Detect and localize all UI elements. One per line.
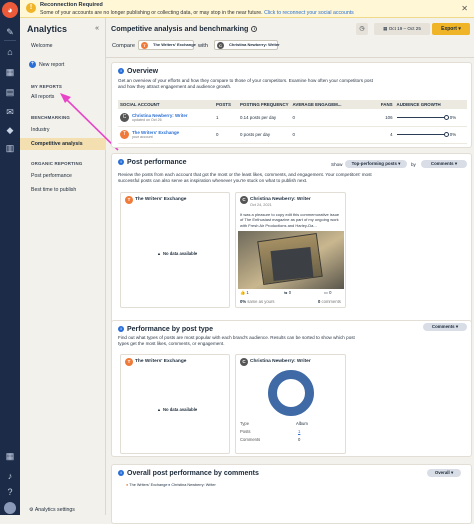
- growth-value: 0%: [449, 114, 457, 120]
- post-performance-description: Review the posts from each account that …: [118, 172, 372, 183]
- post-type-metric-select[interactable]: Comments ▾: [423, 323, 467, 331]
- col-social-account[interactable]: SOCIAL ACCOUNT: [118, 100, 214, 109]
- info-icon[interactable]: i: [118, 470, 124, 477]
- posts-value: 0: [214, 126, 238, 144]
- avatar: C: [120, 112, 129, 122]
- overview-table: SOCIAL ACCOUNT POSTS POSTING FREQUENCY A…: [118, 100, 467, 144]
- engagement-value: 0: [290, 109, 347, 127]
- writers-exchange-post-panel: TThe Writers' Exchange No data available: [120, 192, 230, 308]
- post-type-description: Find out what types of posts are most po…: [118, 335, 355, 346]
- overall-metric-select[interactable]: Overall ▾: [427, 469, 461, 477]
- frequency-value: 0 posts per day: [238, 126, 291, 144]
- col-average-engagement[interactable]: AVERAGE ENGAGEM...: [290, 100, 347, 109]
- table-row: T The Writers' Exchange your account 0 0 p…: [118, 126, 467, 144]
- overview-title: i Overview: [118, 68, 158, 75]
- metric-select[interactable]: Comments ▾: [421, 160, 467, 168]
- shares-stat: ⇆ 0: [284, 290, 292, 295]
- account-b-select[interactable]: C Christina Newberry: Writer: [214, 40, 280, 50]
- date-range-button[interactable]: ▦ Oct 19 – Oct 25: [374, 23, 430, 35]
- avatar: C: [240, 196, 248, 204]
- frequency-value: 0.14 posts per day: [238, 109, 291, 127]
- likes-stat: 👍 1: [240, 290, 249, 295]
- account-b-avatar: C: [217, 42, 224, 49]
- christina-post-panel[interactable]: C Christina Newberry: Writer Oct 24, 2021…: [235, 192, 346, 308]
- account-a-select[interactable]: T The Writers' Exchange: [138, 40, 196, 50]
- with-label: with: [198, 43, 208, 49]
- comments-value: 0: [298, 437, 301, 442]
- legend-writers-exchange: ● The Writers' Exchange: [126, 483, 168, 487]
- top-posts-select[interactable]: Top-performing posts ▾: [345, 160, 407, 168]
- post-date: Oct 24, 2021: [250, 203, 272, 207]
- comments-stat: ▭ 0: [324, 290, 332, 295]
- overall-title: i Overall post performance by comments: [118, 470, 259, 477]
- export-button[interactable]: Export ▾: [432, 23, 470, 35]
- account-cell: C Christina Newberry: Writer updated on Oc…: [120, 112, 212, 122]
- col-posts[interactable]: POSTS: [214, 100, 238, 109]
- percent-change: 0% same as yours: [240, 299, 275, 304]
- account-a-avatar: T: [141, 42, 148, 49]
- main-content: i Overview Get an overview of your effort…: [106, 58, 474, 524]
- engagement-value: 0: [290, 126, 347, 144]
- schedule-icon[interactable]: ◷: [356, 23, 368, 35]
- account-cell: T The Writers' Exchange your account: [120, 130, 212, 139]
- type-label: Type: [240, 421, 250, 426]
- info-icon[interactable]: i: [118, 68, 124, 75]
- growth-sparkline: [396, 114, 449, 120]
- post-image[interactable]: [238, 231, 344, 289]
- show-label: Show: [331, 162, 343, 167]
- overall-performance-card: i Overall post performance by comments Ov…: [111, 464, 472, 524]
- growth-value: 0%: [449, 131, 457, 137]
- type-value: Album: [296, 421, 308, 426]
- page-header: Competitive analysis and benchmarking i C…: [106, 18, 474, 58]
- comments-label: Comments: [240, 437, 261, 442]
- fans-value: 106: [346, 109, 395, 127]
- panel-account: T The Writers' Exchange: [125, 358, 186, 366]
- posts-value[interactable]: 1: [298, 429, 300, 434]
- panel-account: T The Writers' Exchange: [125, 196, 186, 204]
- overview-description: Get an overview of your efforts and how …: [118, 78, 373, 89]
- table-header-row: SOCIAL ACCOUNT POSTS POSTING FREQUENCY A…: [118, 100, 467, 109]
- growth-sparkline: [396, 132, 449, 138]
- compare-label: Compare: [112, 43, 136, 49]
- avatar: T: [120, 130, 129, 139]
- page-title: Competitive analysis and benchmarking i: [111, 24, 258, 33]
- overview-card: i Overview Get an overview of your effort…: [111, 62, 472, 148]
- avatar: T: [125, 196, 133, 204]
- post-type-donut-chart[interactable]: [268, 370, 314, 416]
- avatar: T: [125, 358, 133, 366]
- post-performance-title: i Post performance: [118, 159, 187, 166]
- col-posting-frequency[interactable]: POSTING FREQUENCY: [238, 100, 291, 109]
- post-type-card: i Performance by post type Comments ▾ Fin…: [111, 320, 472, 457]
- col-audience-growth[interactable]: AUDIENCE GROWTH: [394, 100, 467, 109]
- info-icon[interactable]: i: [251, 26, 258, 33]
- avatar: C: [240, 358, 248, 366]
- christina-type-panel: C Christina Newberry: Writer Type Album P…: [235, 354, 346, 454]
- panel-account: C Christina Newberry: Writer: [240, 196, 311, 204]
- posts-label: Posts: [240, 429, 251, 434]
- legend-christina: ● Christina Newberry: Writer: [168, 483, 216, 487]
- fans-value: 4: [346, 126, 395, 144]
- info-icon[interactable]: i: [118, 159, 124, 166]
- info-icon[interactable]: i: [118, 326, 124, 333]
- col-fans[interactable]: FANS: [346, 100, 395, 109]
- panel-account: C Christina Newberry: Writer: [240, 358, 311, 366]
- posts-value: 1: [214, 109, 238, 127]
- no-data-message: No data available: [157, 407, 197, 412]
- table-row: C Christina Newberry: Writer updated on Oc…: [118, 109, 467, 127]
- by-label: by: [411, 162, 416, 167]
- no-data-message: No data available: [157, 251, 197, 256]
- post-type-title: i Performance by post type: [118, 326, 213, 333]
- writers-exchange-type-panel: TThe Writers' Exchange No data available: [120, 354, 230, 454]
- comments-total: 0 comments: [318, 299, 341, 304]
- post-text: It was a pleasure to copy edit this comm…: [240, 212, 340, 228]
